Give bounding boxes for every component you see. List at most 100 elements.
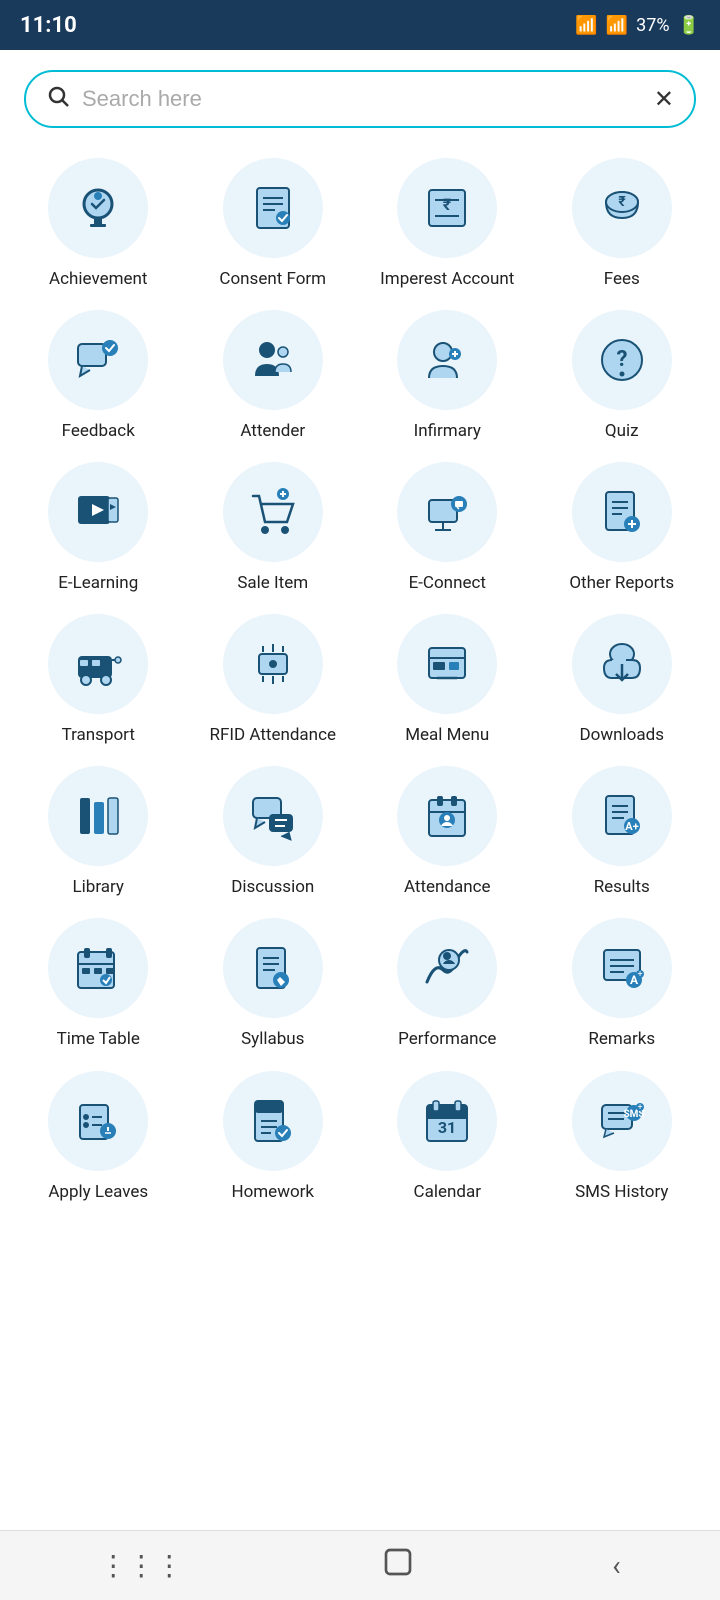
nav-menu-icon[interactable]: ⋮⋮⋮ xyxy=(69,1539,213,1592)
grid-item-sms-history[interactable]: SMS + SMS History xyxy=(540,1071,705,1203)
grid-item-achievement[interactable]: Achievement xyxy=(16,158,181,290)
grid-item-discussion[interactable]: Discussion xyxy=(191,766,356,898)
svg-text:+: + xyxy=(637,1103,642,1113)
nav-back-icon[interactable]: ‹ xyxy=(582,1539,650,1592)
icon-circle-meal-menu xyxy=(397,614,497,714)
grid-item-library[interactable]: Library xyxy=(16,766,181,898)
icon-circle-sale-item xyxy=(223,462,323,562)
icon-circle-econnect xyxy=(397,462,497,562)
label-quiz: Quiz xyxy=(605,420,639,442)
battery-icon: 🔋 xyxy=(678,15,700,36)
grid-item-attender[interactable]: Attender xyxy=(191,310,356,442)
icon-circle-imperest-account: ₹ xyxy=(397,158,497,258)
label-results: Results xyxy=(594,876,650,898)
label-other-reports: Other Reports xyxy=(569,572,674,594)
label-attendance: Attendance xyxy=(404,876,491,898)
grid-item-consent-form[interactable]: Consent Form xyxy=(191,158,356,290)
icon-circle-apply-leaves xyxy=(48,1071,148,1171)
icon-circle-elearning xyxy=(48,462,148,562)
icon-circle-calendar: 31 xyxy=(397,1071,497,1171)
label-timetable: Time Table xyxy=(57,1028,140,1050)
icon-circle-infirmary xyxy=(397,310,497,410)
icon-circle-homework xyxy=(223,1071,323,1171)
grid-item-downloads[interactable]: Downloads xyxy=(540,614,705,746)
label-transport: Transport xyxy=(62,724,135,746)
nav-home-icon[interactable] xyxy=(352,1536,444,1595)
signal-icon: 📶 xyxy=(606,15,628,36)
label-consent-form: Consent Form xyxy=(219,268,326,290)
svg-text:₹: ₹ xyxy=(443,195,452,214)
icon-circle-discussion xyxy=(223,766,323,866)
clear-icon[interactable]: ✕ xyxy=(654,85,674,113)
label-imperest-account: Imperest Account xyxy=(380,268,514,290)
icon-circle-library xyxy=(48,766,148,866)
svg-text:+: + xyxy=(637,970,642,980)
icon-circle-quiz: ? xyxy=(572,310,672,410)
grid-item-sale-item[interactable]: Sale Item xyxy=(191,462,356,594)
search-bar: ✕ xyxy=(24,70,696,128)
label-attender: Attender xyxy=(240,420,305,442)
grid-item-performance[interactable]: Performance xyxy=(365,918,530,1050)
label-remarks: Remarks xyxy=(588,1028,655,1050)
icon-circle-fees: ₹ xyxy=(572,158,672,258)
icon-circle-syllabus xyxy=(223,918,323,1018)
status-bar: 11:10 📶 📶 37% 🔋 xyxy=(0,0,720,50)
grid-item-feedback[interactable]: Feedback xyxy=(16,310,181,442)
label-meal-menu: Meal Menu xyxy=(405,724,489,746)
grid-item-quiz[interactable]: ? Quiz xyxy=(540,310,705,442)
wifi-icon: 📶 xyxy=(575,15,597,36)
label-discussion: Discussion xyxy=(231,876,314,898)
grid-item-apply-leaves[interactable]: Apply Leaves xyxy=(16,1071,181,1203)
label-feedback: Feedback xyxy=(62,420,135,442)
grid-item-econnect[interactable]: E-Connect xyxy=(365,462,530,594)
grid-item-syllabus[interactable]: Syllabus xyxy=(191,918,356,1050)
icon-circle-results: A+ xyxy=(572,766,672,866)
grid-item-fees[interactable]: ₹ Fees xyxy=(540,158,705,290)
icon-circle-sms-history: SMS + xyxy=(572,1071,672,1171)
svg-text:?: ? xyxy=(616,347,627,372)
label-downloads: Downloads xyxy=(580,724,664,746)
status-icons: 📶 📶 37% 🔋 xyxy=(575,15,700,36)
icon-circle-rfid-attendance xyxy=(223,614,323,714)
label-sms-history: SMS History xyxy=(575,1181,668,1203)
label-calendar: Calendar xyxy=(414,1181,481,1203)
grid-item-results[interactable]: A+ Results xyxy=(540,766,705,898)
icon-circle-downloads xyxy=(572,614,672,714)
svg-text:A+: A+ xyxy=(625,820,638,833)
icon-circle-attendance xyxy=(397,766,497,866)
app-grid: Achievement Consent Form ₹ Imperest Acco… xyxy=(0,138,720,1223)
grid-item-rfid-attendance[interactable]: RFID Attendance xyxy=(191,614,356,746)
label-fees: Fees xyxy=(604,268,640,290)
label-elearning: E-Learning xyxy=(58,572,138,594)
search-icon xyxy=(46,84,70,114)
label-econnect: E-Connect xyxy=(409,572,486,594)
grid-item-timetable[interactable]: Time Table xyxy=(16,918,181,1050)
svg-text:31: 31 xyxy=(438,1118,456,1137)
grid-item-imperest-account[interactable]: ₹ Imperest Account xyxy=(365,158,530,290)
grid-item-elearning[interactable]: E-Learning xyxy=(16,462,181,594)
label-rfid-attendance: RFID Attendance xyxy=(210,724,336,746)
icon-circle-achievement xyxy=(48,158,148,258)
label-library: Library xyxy=(73,876,124,898)
grid-item-other-reports[interactable]: Other Reports xyxy=(540,462,705,594)
icon-circle-other-reports xyxy=(572,462,672,562)
search-input[interactable] xyxy=(82,86,642,112)
grid-item-meal-menu[interactable]: Meal Menu xyxy=(365,614,530,746)
label-achievement: Achievement xyxy=(49,268,147,290)
icon-circle-attender xyxy=(223,310,323,410)
label-infirmary: Infirmary xyxy=(414,420,481,442)
label-sale-item: Sale Item xyxy=(237,572,308,594)
search-container: ✕ xyxy=(0,50,720,138)
grid-item-remarks[interactable]: A + Remarks xyxy=(540,918,705,1050)
label-apply-leaves: Apply Leaves xyxy=(48,1181,148,1203)
battery-text: 37% xyxy=(636,15,669,36)
grid-item-transport[interactable]: Transport xyxy=(16,614,181,746)
icon-circle-feedback xyxy=(48,310,148,410)
grid-item-calendar[interactable]: 31 Calendar xyxy=(365,1071,530,1203)
grid-item-attendance[interactable]: Attendance xyxy=(365,766,530,898)
grid-item-infirmary[interactable]: Infirmary xyxy=(365,310,530,442)
bottom-nav: ⋮⋮⋮ ‹ xyxy=(0,1530,720,1600)
label-performance: Performance xyxy=(398,1028,496,1050)
icon-circle-remarks: A + xyxy=(572,918,672,1018)
grid-item-homework[interactable]: Homework xyxy=(191,1071,356,1203)
